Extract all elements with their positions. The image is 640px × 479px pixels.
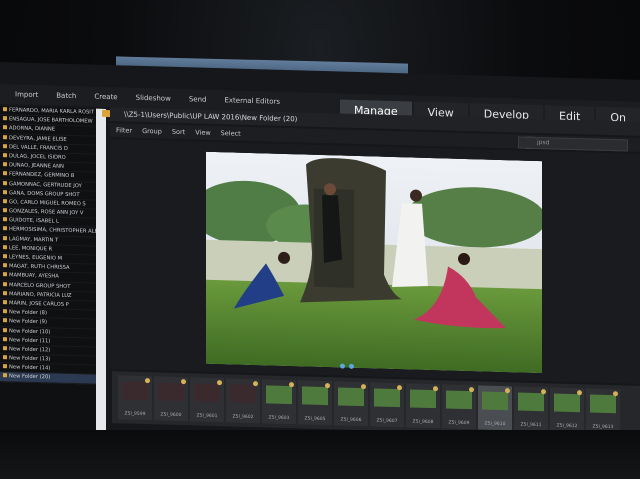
folder-icon [3, 345, 7, 351]
image-viewer [110, 139, 640, 384]
group-menu[interactable]: Group [142, 127, 162, 136]
folder-icon [3, 244, 7, 250]
app-window: Import Batch Create Slideshow Send Exter… [0, 62, 640, 478]
filmstrip-thumb[interactable]: Z5I_9599 [118, 375, 152, 421]
menu-external-editors[interactable]: External Editors [217, 94, 287, 108]
star-icon [217, 380, 222, 386]
folder-icon [3, 198, 7, 204]
star-icon [469, 387, 474, 393]
thumb-image [122, 381, 148, 401]
thumb-image [482, 391, 508, 411]
folder-icon [3, 235, 7, 240]
star-icon [361, 384, 366, 390]
thumb-image [158, 382, 184, 402]
filmstrip-thumb[interactable]: Z5I_9612 [550, 387, 584, 433]
search-input[interactable]: jpsd [518, 136, 628, 152]
thumb-image [590, 394, 616, 414]
folder-icon [3, 327, 7, 332]
menu-batch[interactable]: Batch [49, 89, 83, 102]
menu-create[interactable]: Create [87, 90, 124, 103]
star-icon [181, 379, 186, 385]
folder-icon [3, 355, 7, 360]
filmstrip-thumb[interactable]: Z5I_9602 [226, 378, 260, 424]
filmstrip-thumb[interactable]: Z5I_9606 [334, 381, 368, 427]
view-menu[interactable]: View [195, 128, 210, 136]
select-menu[interactable]: Select [221, 129, 241, 138]
filmstrip-thumb[interactable]: Z5I_9600 [154, 376, 188, 422]
folder-icon [3, 373, 7, 378]
thumb-image [338, 387, 364, 407]
folder-icon [3, 364, 7, 369]
folder-icon [3, 254, 7, 259]
folder-icon [3, 281, 7, 286]
filmstrip-thumb-selected[interactable]: Z5I_9610 [478, 385, 512, 431]
folder-icon [3, 125, 7, 130]
folder-list-panel: FERNARDO, MARIA KARLA ROSIT ENSAGUA, JOS… [0, 106, 97, 454]
folder-icon [3, 336, 7, 341]
folder-icon [3, 134, 7, 139]
sidebar-scrollbar[interactable] [96, 108, 106, 454]
menu-send[interactable]: Send [182, 93, 214, 106]
star-icon [145, 378, 150, 384]
filmstrip-thumb[interactable]: Z5I_9608 [406, 383, 440, 429]
menu-slideshow[interactable]: Slideshow [129, 92, 178, 105]
thumb-image [374, 388, 400, 408]
folder-icon [3, 189, 7, 194]
thumb-image [302, 386, 328, 406]
folder-icon [3, 180, 7, 185]
star-icon [397, 385, 402, 391]
folder-icon [3, 116, 7, 121]
page-dot[interactable] [349, 363, 354, 369]
folder-icon [3, 171, 7, 176]
folder-icon [3, 208, 7, 213]
folder-icon [3, 318, 7, 323]
filmstrip-thumb[interactable]: Z5I_9601 [190, 377, 224, 423]
filmstrip-thumb[interactable]: Z5I_9605 [298, 380, 332, 426]
folder-icon [3, 226, 7, 231]
thumb-image [230, 384, 256, 404]
filmstrip-thumb[interactable]: Z5I_9607 [370, 382, 404, 428]
filmstrip-thumb[interactable]: Z5I_9609 [442, 384, 476, 430]
thumb-image [518, 392, 544, 412]
folder-icon [3, 309, 7, 314]
filmstrip-thumb[interactable]: Z5I_9611 [514, 386, 548, 432]
main-photo[interactable] [206, 151, 542, 374]
filter-menu[interactable]: Filter [116, 126, 132, 134]
thumb-image [266, 385, 292, 405]
folder-icon [3, 143, 7, 148]
folder-icon [3, 217, 7, 222]
photo-image [206, 151, 542, 374]
page-dots [340, 363, 354, 369]
folder-icon [3, 107, 7, 112]
monitor-bezel [0, 430, 640, 479]
star-icon [289, 382, 294, 388]
star-icon [325, 383, 330, 389]
star-icon [433, 386, 438, 392]
menu-import[interactable]: Import [8, 88, 45, 101]
star-icon [613, 391, 618, 397]
folder-icon [3, 162, 7, 167]
star-icon [577, 390, 582, 396]
thumb-image [446, 390, 472, 410]
thumb-image [194, 383, 220, 403]
sort-menu[interactable]: Sort [172, 128, 185, 136]
folder-icon [3, 300, 7, 305]
filmstrip-thumb[interactable]: Z5I_9603 [262, 379, 296, 425]
thumb-image [410, 389, 436, 409]
star-icon [505, 388, 510, 394]
star-icon [541, 389, 546, 395]
folder-icon [3, 272, 7, 277]
folder-icon [3, 153, 7, 158]
folder-icon [3, 263, 7, 268]
folder-item-selected[interactable]: New Folder (20) [0, 372, 96, 385]
filmstrip-thumb[interactable]: Z5I_9613 [586, 388, 620, 434]
star-icon [253, 381, 258, 387]
thumb-image [554, 393, 580, 413]
page-dot[interactable] [340, 363, 345, 369]
folder-icon [3, 290, 7, 295]
